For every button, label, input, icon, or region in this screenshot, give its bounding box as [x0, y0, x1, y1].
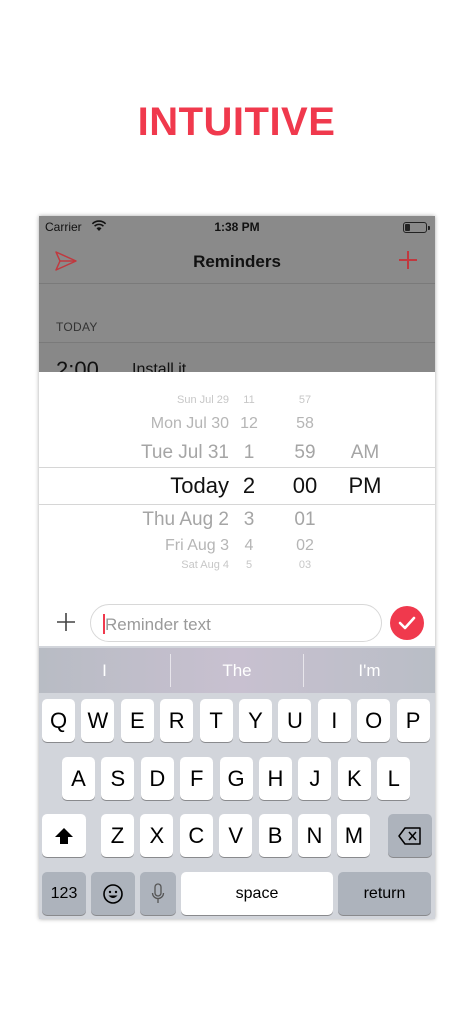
shift-icon	[55, 827, 73, 844]
dimmed-background[interactable]: Carrier 1:38 PM Reminders TODAY 2:00 Ins…	[39, 216, 435, 372]
key-n[interactable]: N	[298, 814, 331, 857]
emoji-key[interactable]	[91, 872, 135, 915]
picker-hour-option[interactable]: 12	[229, 415, 269, 433]
picker-minute-selected[interactable]: 00	[283, 473, 327, 499]
input-bar: Reminder text	[39, 580, 435, 646]
key-e[interactable]: E	[120, 699, 154, 742]
picker-minute-option[interactable]: 57	[283, 394, 327, 406]
key-f[interactable]: F	[180, 757, 214, 800]
key-s[interactable]: S	[101, 757, 135, 800]
picker-hour-option[interactable]: 4	[229, 537, 269, 555]
key-p[interactable]: P	[396, 699, 430, 742]
key-a[interactable]: A	[62, 757, 95, 800]
picker-minute-option[interactable]: 59	[283, 442, 327, 464]
picker-date-option[interactable]: Sun Jul 29	[79, 394, 229, 406]
picker-hour-option[interactable]: 5	[229, 559, 269, 571]
picker-hour-option[interactable]: 11	[229, 394, 269, 406]
input-placeholder: Reminder text	[105, 615, 211, 634]
plus-icon[interactable]	[56, 612, 76, 632]
picker-hour-column[interactable]: 11 12 1 2 3 4 5	[229, 372, 269, 580]
key-d[interactable]: D	[140, 757, 174, 800]
key-m[interactable]: M	[337, 814, 371, 857]
key-t[interactable]: T	[199, 699, 233, 742]
numbers-key[interactable]: 123	[42, 872, 86, 915]
picker-date-option[interactable]: Sat Aug 4	[79, 559, 229, 571]
key-y[interactable]: Y	[239, 699, 272, 742]
backspace-icon	[398, 826, 421, 845]
microphone-icon	[151, 882, 165, 903]
space-key[interactable]: space	[181, 872, 333, 915]
key-l[interactable]: L	[377, 757, 411, 800]
suggestion-item[interactable]: I	[39, 648, 170, 693]
key-b[interactable]: B	[258, 814, 292, 857]
delete-key[interactable]	[388, 814, 432, 857]
picker-hour-option[interactable]: 3	[229, 509, 269, 531]
picker-date-selected[interactable]: Today	[79, 473, 229, 499]
picker-minute-option[interactable]: 01	[283, 509, 327, 531]
picker-ampm-selected[interactable]: PM	[339, 473, 391, 499]
plus-icon[interactable]	[397, 249, 419, 271]
picker-date-option[interactable]: Mon Jul 30	[79, 415, 229, 433]
status-time: 1:38 PM	[214, 220, 260, 234]
key-q[interactable]: Q	[42, 699, 75, 742]
page-title: Reminders	[193, 252, 281, 271]
key-k[interactable]: K	[337, 757, 371, 800]
keyboard: I The I'm 123 space return Q W E R T Y U…	[39, 646, 435, 919]
key-i[interactable]: I	[317, 699, 351, 742]
key-c[interactable]: C	[179, 814, 213, 857]
reminder-text: Install it	[132, 361, 187, 372]
headline: INTUITIVE	[137, 100, 336, 144]
key-r[interactable]: R	[160, 699, 194, 742]
emoji-icon	[103, 883, 123, 904]
dictation-key[interactable]	[140, 872, 176, 915]
picker-date-option[interactable]: Tue Jul 31	[79, 442, 229, 464]
key-w[interactable]: W	[81, 699, 115, 742]
list-item[interactable]: 2:00 Install it	[39, 342, 435, 372]
reminder-time: 2:00	[56, 357, 99, 372]
battery-fill	[405, 224, 410, 231]
reminder-text-input[interactable]: Reminder text	[90, 604, 382, 642]
return-key[interactable]: return	[338, 872, 431, 915]
picker-minute-option[interactable]: 02	[283, 537, 327, 555]
navigation-bar: Reminders	[39, 238, 435, 284]
key-h[interactable]: H	[259, 757, 292, 800]
key-z[interactable]: Z	[101, 814, 134, 857]
key-g[interactable]: G	[219, 757, 253, 800]
battery-icon	[403, 222, 430, 233]
key-x[interactable]: X	[140, 814, 174, 857]
section-header: TODAY	[56, 320, 98, 334]
picker-date-option[interactable]: Thu Aug 2	[79, 509, 229, 531]
picker-ampm-option[interactable]: AM	[339, 442, 391, 464]
suggestion-item[interactable]: The	[171, 648, 303, 693]
suggestion-bar: I The I'm	[39, 648, 435, 693]
picker-date-option[interactable]: Fri Aug 3	[79, 537, 229, 555]
suggestion-item[interactable]: I'm	[304, 648, 435, 693]
shift-key[interactable]	[42, 814, 86, 857]
picker-minute-column[interactable]: 57 58 59 00 01 02 03	[283, 372, 327, 580]
check-icon	[398, 616, 416, 630]
key-o[interactable]: O	[357, 699, 391, 742]
picker-minute-option[interactable]: 03	[283, 559, 327, 571]
picker-hour-option[interactable]: 1	[229, 442, 269, 464]
date-time-picker[interactable]: Sun Jul 29 Mon Jul 30 Tue Jul 31 Today Thu A…	[39, 372, 435, 580]
picker-date-column[interactable]: Sun Jul 29 Mon Jul 30 Tue Jul 31 Today Thu A…	[79, 372, 229, 580]
picker-minute-option[interactable]: 58	[283, 415, 327, 433]
key-v[interactable]: V	[219, 814, 253, 857]
phone-screen: Carrier 1:38 PM Reminders TODAY 2:00 Ins…	[39, 216, 435, 919]
submit-button[interactable]	[390, 606, 424, 640]
key-u[interactable]: U	[278, 699, 312, 742]
picker-hour-selected[interactable]: 2	[229, 473, 269, 499]
status-bar: Carrier 1:38 PM	[39, 216, 435, 238]
key-j[interactable]: J	[298, 757, 332, 800]
picker-ampm-column[interactable]: AM PM	[339, 372, 391, 580]
